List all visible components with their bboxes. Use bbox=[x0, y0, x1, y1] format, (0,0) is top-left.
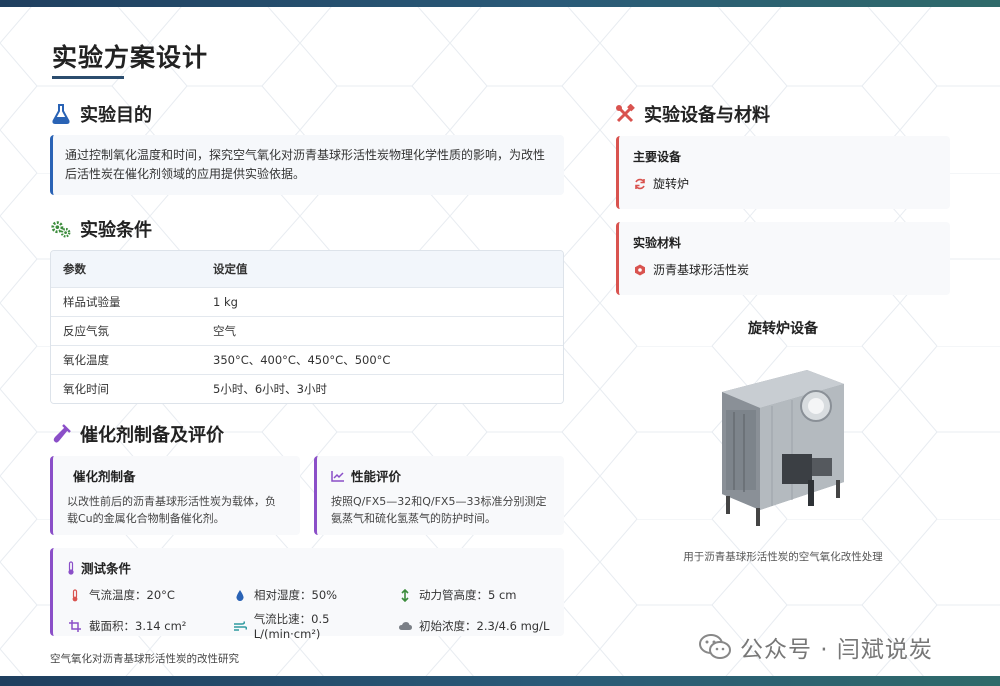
conditions-heading: 实验条件 bbox=[50, 216, 152, 242]
catalyst-prep-text: 以改性前后的沥青基球形活性炭为载体，负载Cu的金属化合物制备催化剂。 bbox=[67, 495, 276, 525]
cloud-icon bbox=[397, 621, 413, 632]
evaluation-card: 性能评价 按照Q/FX5—32和Q/FX5—33标准分别测定氨蒸气和硫化氢蒸气的… bbox=[314, 456, 564, 535]
main-equipment-item: 旋转炉 bbox=[633, 175, 936, 192]
wind-icon bbox=[232, 620, 248, 632]
table-cell: 反应气氛 bbox=[63, 324, 109, 338]
table-row: 样品试验量 1 kg bbox=[51, 287, 563, 316]
evaluation-text: 按照Q/FX5—32和Q/FX5—33标准分别测定氨蒸气和硫化氢蒸气的防护时间。 bbox=[331, 495, 547, 525]
height-arrows-icon bbox=[397, 588, 413, 602]
table-cell: 350°C、400°C、450°C、500°C bbox=[213, 353, 391, 367]
equipment-image-title: 旋转炉设备 bbox=[748, 321, 818, 337]
test-item-label: 截面积：3.14 cm² bbox=[89, 619, 187, 633]
test-conditions-title: 测试条件 bbox=[81, 561, 132, 576]
watermark-text: 公众号 · 闫斌说炭 bbox=[740, 637, 933, 663]
goal-heading: 实验目的 bbox=[50, 101, 152, 127]
material-label: 沥青基球形活性炭 bbox=[653, 263, 750, 277]
table-header-value: 设定值 bbox=[213, 262, 248, 276]
page-content: 实验方案设计 实验目的 通过控制氧化温度和时间，探究空气氧化对沥青基球形活性炭物… bbox=[0, 0, 1000, 686]
test-item: 气流比速：0.5 L/(min·cm²) bbox=[232, 611, 397, 641]
test-item: 相对湿度：50% bbox=[232, 587, 397, 603]
main-equipment-label: 旋转炉 bbox=[653, 177, 690, 191]
page-title: 实验方案设计 bbox=[52, 43, 209, 72]
main-equipment-title: 主要设备 bbox=[633, 150, 682, 164]
flask-icon bbox=[50, 103, 72, 125]
catalyst-heading: 催化剂制备及评价 bbox=[50, 421, 224, 447]
title-underline bbox=[52, 76, 124, 79]
test-conditions-title-row: 测试条件 bbox=[67, 558, 550, 577]
thermometer-half-icon bbox=[67, 560, 75, 575]
material-item: 沥青基球形活性炭 bbox=[633, 261, 936, 278]
test-conditions-card: 测试条件 气流温度：20°C 相对湿度：50% 动力管高度：5 cm 截面积：3… bbox=[50, 548, 564, 641]
catalyst-prep-title: 催化剂制备 bbox=[73, 469, 136, 484]
goal-heading-label: 实验目的 bbox=[80, 105, 152, 126]
table-cell: 氧化温度 bbox=[63, 353, 109, 367]
table-row: 氧化温度 350°C、400°C、450°C、500°C bbox=[51, 345, 563, 374]
crop-area-icon bbox=[67, 620, 83, 632]
test-item: 动力管高度：5 cm bbox=[397, 587, 567, 603]
sync-icon bbox=[633, 178, 647, 190]
gears-icon bbox=[50, 218, 72, 240]
conditions-heading-label: 实验条件 bbox=[80, 220, 152, 241]
catalyst-prep-card: 催化剂制备 以改性前后的沥青基球形活性炭为载体，负载Cu的金属化合物制备催化剂。 bbox=[50, 456, 300, 535]
table-cell: 5小时、6小时、3小时 bbox=[213, 382, 327, 396]
test-item: 气流温度：20°C bbox=[67, 587, 232, 603]
table-cell: 空气 bbox=[213, 324, 236, 338]
goal-text: 通过控制氧化温度和时间，探究空气氧化对沥青基球形活性炭物理化学性质的影响，为改性… bbox=[50, 135, 564, 195]
equipment-heading-label: 实验设备与材料 bbox=[644, 105, 770, 126]
material-card: 实验材料 沥青基球形活性炭 bbox=[616, 222, 950, 295]
table-row: 反应气氛 空气 bbox=[51, 316, 563, 345]
line-chart-icon bbox=[331, 470, 345, 482]
catalyst-heading-label: 催化剂制备及评价 bbox=[80, 425, 224, 446]
main-equipment-card: 主要设备 旋转炉 bbox=[616, 136, 950, 209]
table-header-row: 参数 设定值 bbox=[51, 251, 563, 287]
test-item-label: 动力管高度：5 cm bbox=[419, 588, 517, 602]
test-item-label: 相对湿度：50% bbox=[254, 588, 338, 602]
evaluation-title: 性能评价 bbox=[351, 469, 402, 484]
test-item-label: 初始浓度：2.3/4.6 mg/L bbox=[419, 619, 550, 633]
table-cell: 1 kg bbox=[213, 295, 238, 309]
test-item-label: 气流温度：20°C bbox=[89, 588, 175, 602]
hexagon-gear-icon bbox=[633, 264, 647, 276]
test-item-label: 气流比速：0.5 L/(min·cm²) bbox=[253, 612, 330, 641]
table-cell: 样品试验量 bbox=[63, 295, 121, 309]
material-title: 实验材料 bbox=[633, 236, 682, 250]
evaluation-title-row: 性能评价 bbox=[331, 466, 550, 485]
vial-icon bbox=[50, 423, 72, 445]
footnote: 空气氧化对沥青基球形活性炭的改性研究 bbox=[50, 653, 239, 665]
thermometer-icon bbox=[67, 588, 83, 602]
tools-icon bbox=[614, 103, 636, 125]
table-header-param: 参数 bbox=[63, 262, 86, 276]
equipment-image-caption: 用于沥青基球形活性炭的空气氧化改性处理 bbox=[683, 551, 883, 563]
test-conditions-grid: 气流温度：20°C 相对湿度：50% 动力管高度：5 cm 截面积：3.14 c… bbox=[67, 587, 550, 641]
test-item: 初始浓度：2.3/4.6 mg/L bbox=[397, 611, 567, 641]
table-row: 氧化时间 5小时、6小时、3小时 bbox=[51, 374, 563, 403]
top-accent-bar bbox=[0, 0, 1000, 7]
equipment-heading: 实验设备与材料 bbox=[614, 101, 770, 127]
test-item: 截面积：3.14 cm² bbox=[67, 611, 232, 641]
wechat-icon bbox=[699, 634, 731, 659]
rotary-furnace-image bbox=[722, 370, 844, 526]
droplet-icon bbox=[232, 589, 248, 602]
conditions-table: 参数 设定值 样品试验量 1 kg 反应气氛 空气 氧化温度 350°C、400… bbox=[50, 250, 564, 404]
table-cell: 氧化时间 bbox=[63, 382, 109, 396]
watermark: 公众号 · 闫斌说炭 bbox=[698, 630, 933, 664]
bottom-accent-bar bbox=[0, 676, 1000, 686]
